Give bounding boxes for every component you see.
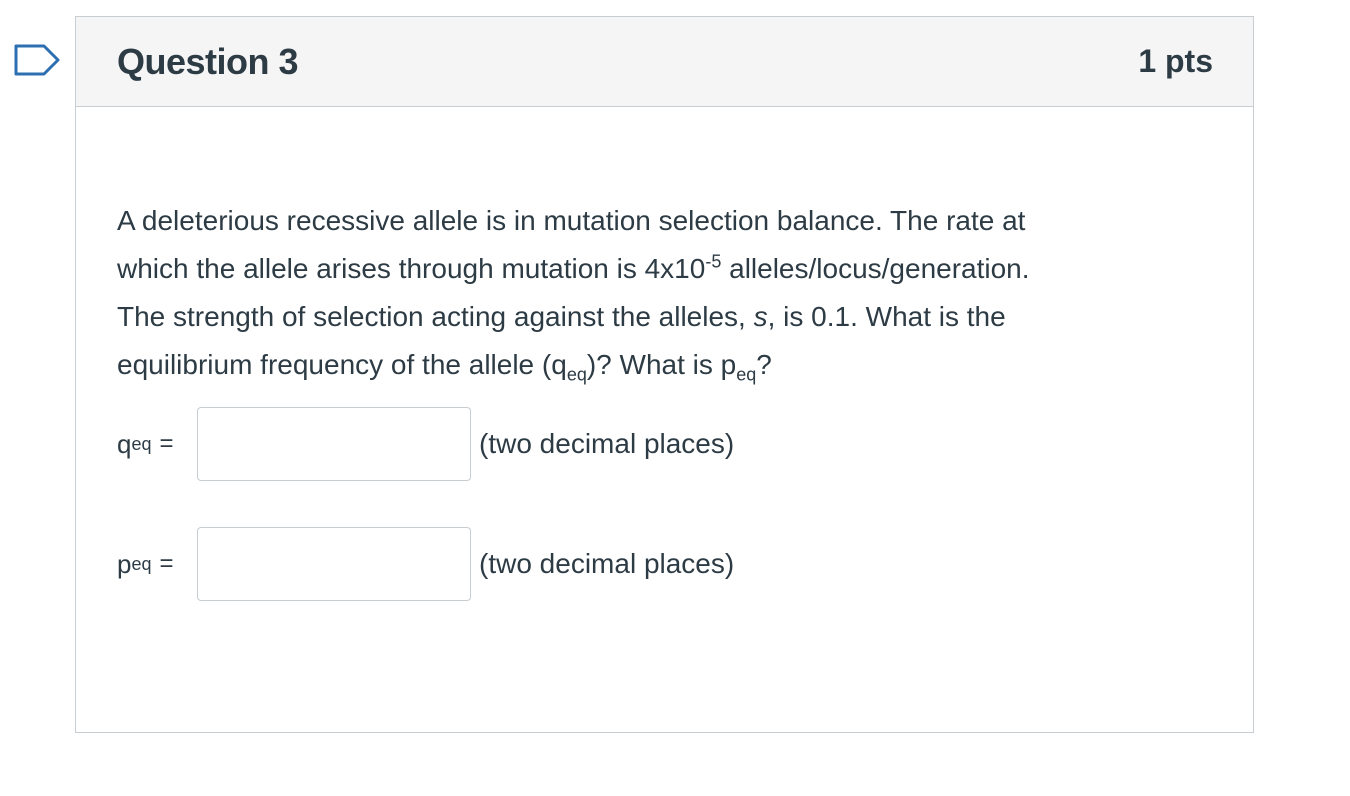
question-card: Question 3 1 pts A deleterious recessive… (75, 16, 1254, 733)
prompt-q-subscript: eq (566, 364, 587, 385)
q-equals: = (159, 430, 174, 457)
prompt-line-4b: )? What is p (586, 349, 737, 380)
q-var: q (117, 428, 132, 459)
p-eq-label: p eq = (117, 548, 174, 579)
prompt-selection-symbol: s (753, 301, 768, 332)
question-prompt: A deleterious recessive allele is in mut… (117, 197, 1207, 389)
prompt-line-4a: equilibrium frequency of the allele (q (117, 349, 567, 380)
p-equals: = (159, 550, 174, 577)
q-eq-input[interactable] (197, 407, 471, 481)
question-text: A deleterious recessive allele is in mut… (117, 197, 1207, 389)
prompt-line-2a: which the allele arises through mutation… (117, 253, 706, 284)
prompt-line-1: A deleterious recessive allele is in mut… (117, 205, 1026, 236)
p-var: p (117, 548, 132, 579)
answer-row-p: p eq = (two decimal places) (117, 527, 734, 601)
prompt-line-3a: The strength of selection acting against… (117, 301, 754, 332)
q-eq-hint: (two decimal places) (479, 428, 735, 459)
question-header: Question 3 1 pts (76, 17, 1253, 107)
question-points: 1 pts (1138, 43, 1213, 79)
question-title: Question 3 (117, 40, 299, 82)
flag-question-icon[interactable] (14, 44, 62, 76)
prompt-line-3b: , is 0.1. What is the (767, 301, 1006, 332)
prompt-line-4c: ? (756, 349, 772, 380)
prompt-p-subscript: eq (736, 364, 757, 385)
prompt-line-2b: alleles/locus/generation. (721, 253, 1030, 284)
p-eq-input[interactable] (197, 527, 471, 601)
prompt-exponent: -5 (705, 251, 722, 272)
q-eq-label: q eq = (117, 428, 174, 459)
p-eq-hint: (two decimal places) (479, 548, 735, 579)
answer-row-q: q eq = (two decimal places) (117, 407, 734, 481)
